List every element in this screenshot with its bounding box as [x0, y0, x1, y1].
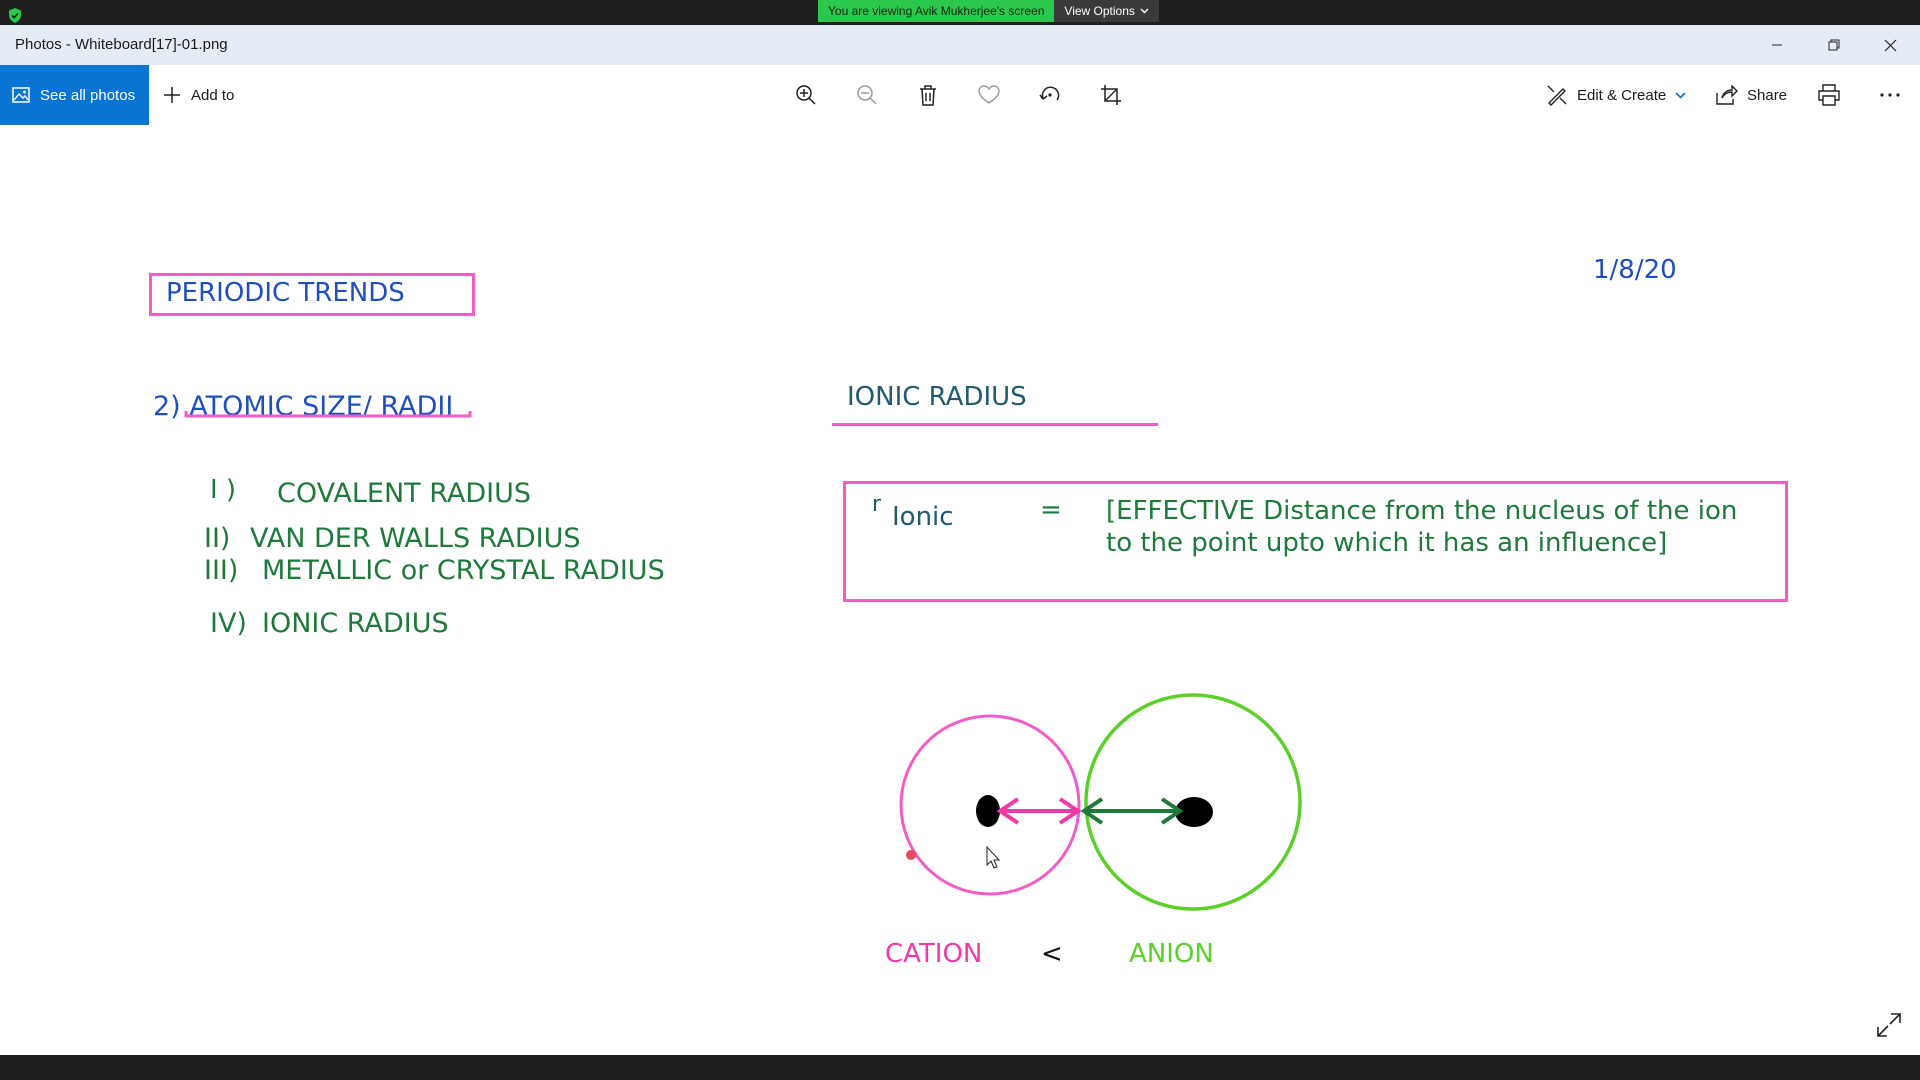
print-button[interactable]: [1813, 79, 1845, 111]
list-number: I ): [210, 475, 237, 505]
add-to-label: Add to: [191, 86, 235, 104]
view-options-label: View Options: [1064, 4, 1135, 18]
share-indicator: You are viewing Avik Mukherjee's screen …: [818, 0, 1159, 22]
window-title: Photos - Whiteboard[17]-01.png: [15, 36, 228, 53]
taskbar-strip: [0, 1055, 1920, 1080]
share-icon: [1716, 85, 1738, 105]
crop-button[interactable]: [1095, 79, 1127, 111]
see-all-photos-button[interactable]: See all photos: [0, 65, 149, 125]
ion-diagram: [899, 693, 1302, 911]
definition-line-2: to the point upto which it has an influe…: [1106, 528, 1668, 558]
minimize-icon: [1772, 44, 1782, 46]
crop-icon: [1101, 85, 1121, 105]
share-message: You are viewing Avik Mukherjee's screen: [818, 0, 1055, 22]
shield-icon: [9, 8, 21, 23]
zoom-in-button[interactable]: [790, 79, 822, 111]
heart-icon: [978, 85, 1000, 104]
pointer-dot: [906, 850, 916, 860]
list-item: VAN DER WALLS RADIUS: [250, 523, 581, 554]
print-icon: [1818, 84, 1840, 106]
chevron-down-icon: [1140, 8, 1149, 14]
zoom-out-icon: [857, 85, 877, 105]
definition-line-1: [EFFECTIVE Distance from the nucleus of …: [1106, 496, 1738, 526]
title-bar: Photos - Whiteboard[17]-01.png: [0, 25, 1920, 65]
formula-subscript: Ionic: [892, 502, 954, 532]
zoom-out-button[interactable]: [851, 79, 883, 111]
edit-create-icon: [1547, 85, 1567, 106]
fullscreen-icon[interactable]: [1876, 1012, 1902, 1038]
edit-create-label: Edit & Create: [1577, 86, 1667, 104]
share-button[interactable]: Share: [1716, 65, 1787, 125]
restore-icon: [1828, 39, 1840, 51]
trash-icon: [920, 85, 936, 106]
chevron-down-icon: [1675, 91, 1686, 99]
favorite-button[interactable]: [973, 79, 1005, 111]
close-button[interactable]: [1860, 25, 1920, 65]
share-label: Share: [1747, 86, 1788, 104]
list-item: COVALENT RADIUS: [277, 478, 532, 509]
delete-button[interactable]: [912, 79, 944, 111]
anion-label: ANION: [1129, 939, 1214, 969]
zoom-in-icon: [796, 85, 816, 105]
list-item: IONIC RADIUS: [262, 608, 449, 639]
cation-label: CATION: [885, 939, 983, 969]
photos-icon: [12, 87, 30, 103]
more-options-button[interactable]: [1874, 79, 1906, 111]
list-item: METALLIC or CRYSTAL RADIUS: [262, 555, 665, 586]
restore-button[interactable]: [1804, 25, 1864, 65]
close-icon: [1884, 39, 1896, 51]
edit-create-button[interactable]: Edit & Create: [1546, 65, 1686, 125]
cursor-icon: [986, 845, 1001, 869]
list-number: III): [204, 555, 239, 586]
add-to-button[interactable]: Add to: [163, 65, 234, 125]
screen-share-bar: You are viewing Avik Mukherjee's screen …: [0, 0, 1920, 25]
minimize-button[interactable]: [1747, 25, 1807, 65]
whiteboard-date: 1/8/20: [1593, 255, 1677, 285]
rotate-button[interactable]: [1034, 79, 1066, 111]
photo-canvas: PERIODIC TRENDS 1/8/20 2) ATOMIC SIZE/ R…: [0, 125, 1920, 1055]
less-than-sign: <: [1041, 939, 1063, 969]
view-options-button[interactable]: View Options: [1054, 0, 1159, 22]
rotate-icon: [1039, 86, 1060, 101]
formula-symbol: r: [872, 492, 882, 517]
cation-radius-arrow: [996, 797, 1082, 825]
anion-radius-arrow: [1080, 797, 1184, 825]
whiteboard-heading: PERIODIC TRENDS: [166, 278, 405, 308]
ionic-title-underline: [832, 423, 1158, 426]
section-underline: [184, 411, 472, 418]
formula-equals: =: [1040, 495, 1062, 525]
toolbar: See all photos Add to Edit & Create Shar…: [0, 65, 1920, 125]
list-number: II): [204, 523, 231, 554]
plus-icon: [164, 87, 180, 103]
more-icon: [1880, 93, 1900, 97]
list-number: IV): [210, 608, 247, 639]
ionic-radius-title: IONIC RADIUS: [847, 382, 1027, 412]
see-all-label: See all photos: [40, 86, 136, 104]
